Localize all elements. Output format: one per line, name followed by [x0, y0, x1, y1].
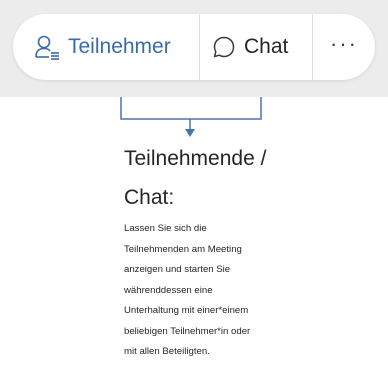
callout-description: Lassen Sie sich die Teilnehmenden am Mee… — [124, 219, 324, 363]
callout-connector — [120, 97, 262, 137]
description-line: Unterhaltung mit einer*einem — [124, 305, 249, 316]
arrow-down-icon — [185, 129, 195, 137]
callout-title-line-2: Chat: — [124, 186, 175, 209]
description-line: währenddessen eine — [124, 284, 213, 296]
description-line: beliebigen Teilnehmer*in oder — [124, 325, 251, 337]
description-line: mit allen Beteiligten. — [124, 346, 210, 357]
description-line: Lassen Sie sich die — [124, 223, 207, 234]
description-line: anzeigen und starten Sie — [124, 264, 231, 275]
callout-title-line-1: Teilnehmende / — [124, 147, 267, 170]
description-line: Teilnehmenden am Meeting — [124, 243, 242, 255]
